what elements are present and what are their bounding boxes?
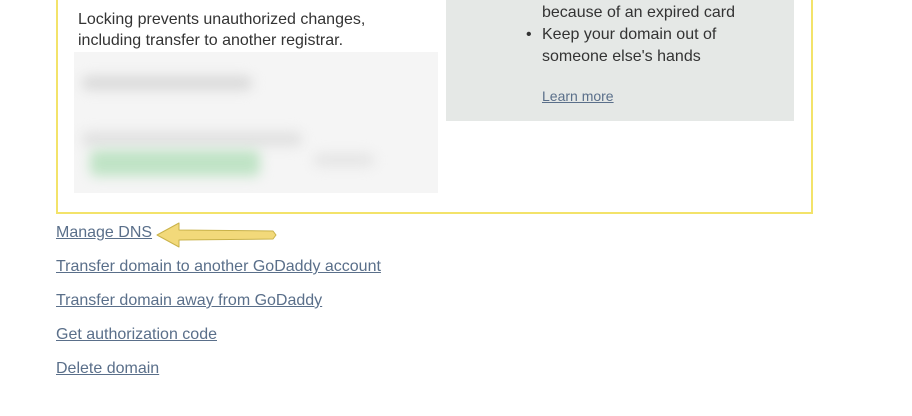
blurred-text: [82, 76, 252, 90]
learn-more-link[interactable]: Learn more: [542, 88, 614, 104]
privacy-info-box: because of an expired card Keep your dom…: [446, 0, 794, 121]
blurred-text: [314, 154, 374, 166]
get-authorization-code-link[interactable]: Get authorization code: [56, 326, 381, 360]
blurred-toggle-button: [90, 150, 260, 176]
blurred-lock-controls: [74, 52, 438, 193]
info-line: Keep your domain out of: [526, 24, 735, 46]
info-list: because of an expired card Keep your dom…: [526, 2, 736, 68]
lock-description: Locking prevents unauthorized changes, i…: [78, 11, 366, 49]
info-line: because of an expired card: [542, 4, 736, 21]
left-arrow-icon: [156, 222, 277, 248]
transfer-away-link[interactable]: Transfer domain away from GoDaddy: [56, 292, 381, 326]
blurred-text: [82, 132, 302, 146]
delete-domain-link[interactable]: Delete domain: [56, 360, 381, 394]
info-line: someone else's hands: [542, 48, 701, 65]
transfer-to-godaddy-account-link[interactable]: Transfer domain to another GoDaddy accou…: [56, 258, 381, 292]
